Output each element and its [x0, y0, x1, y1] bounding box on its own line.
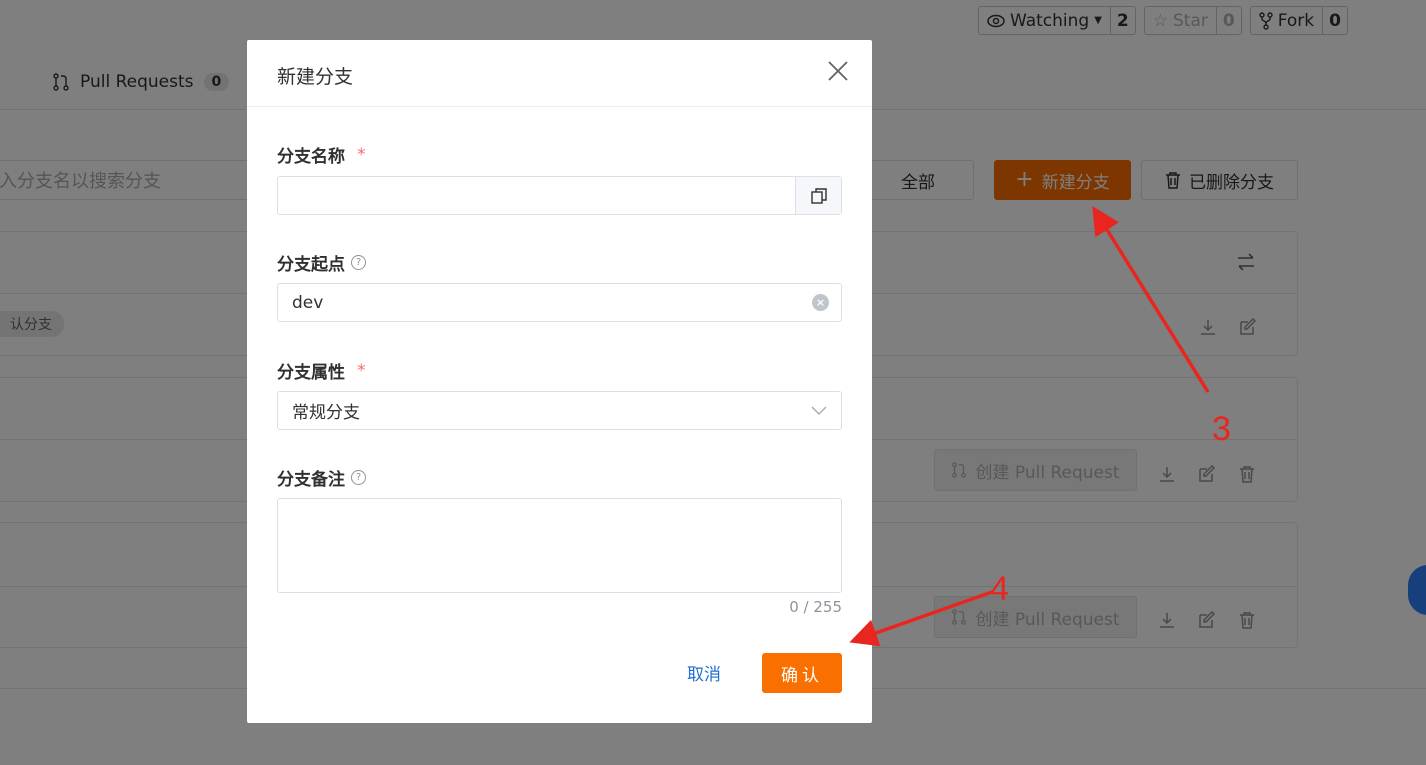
branch-origin-select[interactable]: dev ×	[277, 283, 842, 322]
confirm-button[interactable]: 确认	[762, 653, 842, 693]
cancel-button[interactable]: 取消	[687, 660, 721, 685]
branch-origin-label: 分支起点 ?	[277, 250, 366, 275]
branch-name-label: 分支名称 *	[277, 142, 366, 168]
required-mark: *	[357, 360, 366, 381]
dialog-header: 新建分支	[247, 40, 872, 107]
close-icon[interactable]	[825, 58, 851, 84]
branch-note-label: 分支备注 ?	[277, 465, 366, 490]
clear-icon[interactable]: ×	[812, 294, 829, 311]
chevron-down-icon	[811, 406, 827, 415]
copy-icon	[810, 187, 827, 204]
new-branch-dialog: 新建分支 分支名称 * 分支起点 ? dev × 分支属性 * 常规分支 分支备…	[247, 40, 872, 723]
branch-attribute-label: 分支属性 *	[277, 358, 366, 384]
dialog-title: 新建分支	[277, 66, 354, 88]
branch-origin-value: dev	[292, 292, 324, 313]
question-icon[interactable]: ?	[351, 470, 366, 485]
branch-origin-label-text: 分支起点	[277, 255, 345, 275]
branch-attribute-select[interactable]: 常规分支	[277, 391, 842, 430]
branch-attribute-label-text: 分支属性	[277, 363, 345, 383]
branch-note-label-text: 分支备注	[277, 470, 345, 490]
branch-name-field	[277, 176, 842, 215]
branch-name-label-text: 分支名称	[277, 147, 345, 167]
branch-attribute-value: 常规分支	[292, 403, 360, 423]
confirm-label: 确认	[781, 665, 823, 686]
required-mark: *	[357, 144, 366, 165]
annotation-step-4: 4	[990, 570, 1009, 608]
branch-note-textarea[interactable]	[277, 498, 842, 593]
copy-button[interactable]	[795, 177, 841, 214]
question-icon[interactable]: ?	[351, 255, 366, 270]
branch-name-input[interactable]	[292, 177, 841, 214]
annotation-step-3: 3	[1212, 410, 1231, 448]
char-counter: 0 / 255	[789, 598, 842, 616]
